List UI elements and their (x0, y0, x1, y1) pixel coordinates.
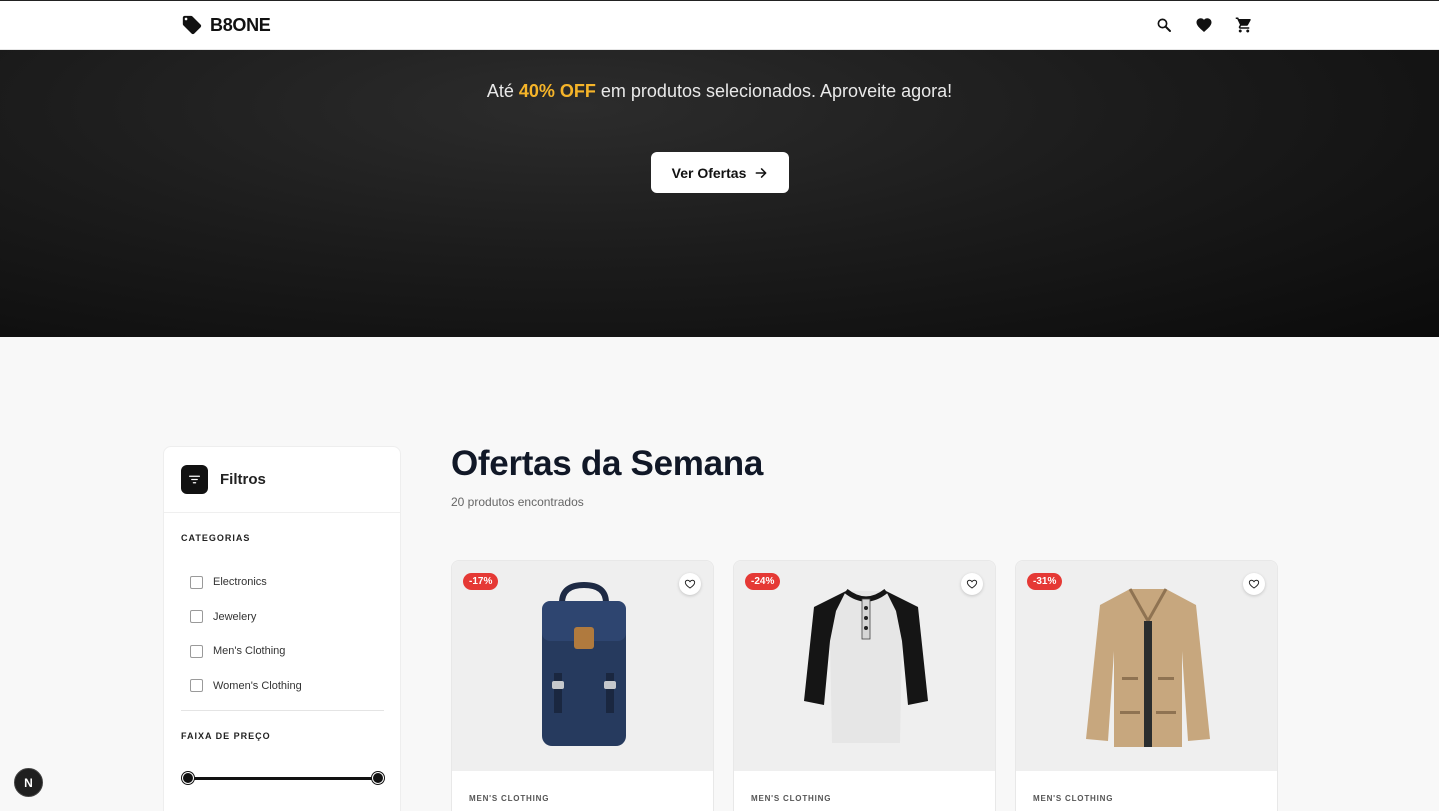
product-card[interactable]: -24% MEN'S CLOTHING (733, 560, 996, 811)
product-category: MEN'S CLOTHING (751, 794, 832, 803)
favorite-button[interactable] (961, 573, 983, 595)
filters-panel: Filtros CATEGORIAS Electronics Jewelery … (163, 446, 401, 811)
category-list: Electronics Jewelery Men's Clothing Wome… (190, 565, 302, 703)
price-max-handle[interactable] (372, 772, 384, 784)
category-checkbox[interactable] (190, 575, 203, 589)
category-option-jewelery[interactable]: Jewelery (190, 600, 302, 635)
product-card[interactable]: -17% MEN'S CLOTHING (451, 560, 714, 811)
price-range-heading: FAIXA DE PREÇO (181, 731, 271, 741)
arrow-right-icon (755, 167, 767, 178)
heart-outline-icon (684, 579, 696, 589)
filters-divider (181, 710, 384, 711)
product-category: MEN'S CLOTHING (469, 794, 550, 803)
promo-text: Até 40% OFF em produtos selecionados. Ap… (486, 81, 953, 101)
product-card[interactable]: -31% MEN'S CLOTHING (1015, 560, 1278, 811)
favorite-button[interactable] (1243, 573, 1265, 595)
backpack-image (541, 581, 626, 746)
category-option-mens-clothing[interactable]: Men's Clothing (190, 634, 302, 669)
product-image[interactable] (452, 561, 713, 771)
wishlist-button[interactable] (1194, 15, 1214, 35)
filter-icon (181, 465, 208, 494)
search-button[interactable] (1154, 15, 1174, 35)
brand-name: B8ONE (210, 14, 271, 35)
page-title: Ofertas da Semana (451, 444, 763, 483)
heart-outline-icon (1248, 579, 1260, 589)
category-checkbox[interactable] (190, 644, 203, 658)
filters-title: Filtros (220, 471, 266, 488)
site-header: B8ONE (0, 0, 1439, 50)
category-option-electronics[interactable]: Electronics (190, 565, 302, 600)
cart-icon (1235, 17, 1251, 33)
discount-badge: -31% (1027, 573, 1063, 590)
category-checkbox[interactable] (190, 679, 203, 693)
categories-heading: CATEGORIAS (181, 533, 251, 543)
heart-outline-icon (966, 579, 978, 589)
filters-header: Filtros (164, 447, 400, 513)
category-checkbox[interactable] (190, 610, 203, 624)
cart-button[interactable] (1234, 15, 1254, 35)
price-min-handle[interactable] (182, 772, 194, 784)
header-actions (1154, 15, 1254, 35)
brand-logo[interactable]: B8ONE (181, 14, 271, 36)
tag-icon (182, 15, 202, 35)
shirt-image (803, 588, 928, 743)
favorite-button[interactable] (679, 573, 701, 595)
promo-highlight: 40% OFF (518, 81, 596, 101)
promo-hero: Até 40% OFF em produtos selecionados. Ap… (0, 50, 1439, 337)
dev-tools-badge[interactable]: N (14, 768, 43, 797)
jacket-image (1085, 588, 1210, 747)
view-offers-button[interactable]: Ver Ofertas (651, 152, 789, 193)
product-image[interactable] (734, 561, 995, 771)
discount-badge: -17% (463, 573, 499, 590)
search-icon (1157, 18, 1171, 32)
discount-badge: -24% (745, 573, 781, 590)
heart-icon (1196, 18, 1212, 33)
results-count: 20 produtos encontrados (451, 495, 584, 509)
price-range-slider[interactable] (187, 777, 378, 780)
product-category: MEN'S CLOTHING (1033, 794, 1114, 803)
product-image[interactable] (1016, 561, 1277, 771)
category-option-womens-clothing[interactable]: Women's Clothing (190, 669, 302, 704)
